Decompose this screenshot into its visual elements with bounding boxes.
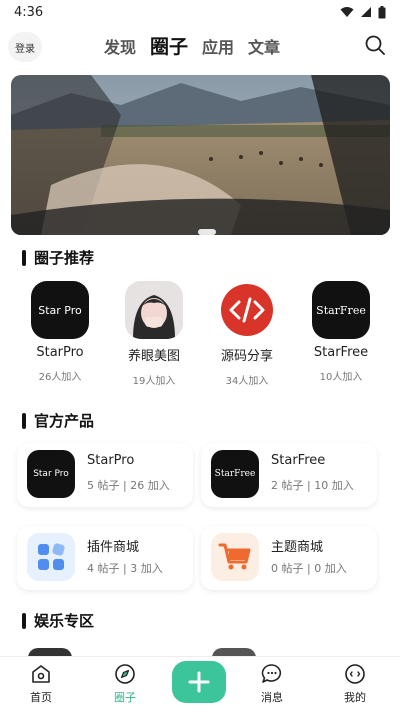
banner-carousel[interactable] <box>11 75 390 235</box>
circle-count: 26人加入 <box>38 372 82 383</box>
login-button[interactable]: 登录 <box>8 32 42 62</box>
product-meta: 5 帖子 | 26 加入 <box>87 479 170 492</box>
product-card-starfree[interactable]: StarFree StarFree 2 帖子 | 10 加入 <box>201 443 377 507</box>
top-navigation: 登录 发现 圈子 应用 文章 <box>0 28 400 64</box>
tab-apps[interactable]: 应用 <box>202 34 234 58</box>
product-name: 主题商城 <box>271 540 324 555</box>
banner-image <box>11 75 390 235</box>
section-recommended-title: 圈子推荐 <box>22 247 94 268</box>
circle-count: 10人加入 <box>319 372 363 383</box>
apps-grid-icon <box>27 533 75 581</box>
status-icons <box>340 5 386 19</box>
circle-name: StarFree <box>313 345 369 360</box>
battery-icon <box>378 5 386 18</box>
nav-home-label: 首页 <box>30 691 52 704</box>
compass-icon <box>115 664 135 684</box>
circle-name: 源码分享 <box>220 349 273 364</box>
circle-item-source-code[interactable]: 源码分享 34人加入 <box>210 281 284 387</box>
starfree-logo: StarFree <box>312 281 370 339</box>
tab-articles[interactable]: 文章 <box>248 34 280 58</box>
product-card-themes[interactable]: 主题商城 0 帖子 | 0 加入 <box>201 526 377 590</box>
starpro-logo: Star Pro <box>27 450 75 498</box>
top-tabs: 发现 圈子 应用 文章 <box>104 32 280 59</box>
circle-count: 34人加入 <box>225 376 269 387</box>
nav-messages[interactable]: 消息 <box>242 663 302 705</box>
section-recommended-label: 圈子推荐 <box>34 249 95 267</box>
product-name: 插件商城 <box>87 540 140 555</box>
nav-profile-label: 我的 <box>344 691 366 704</box>
cart-icon <box>211 533 259 581</box>
circle-item-starfree[interactable]: StarFree StarFree 10人加入 <box>304 281 378 383</box>
tab-discover[interactable]: 发现 <box>104 34 136 58</box>
product-meta: 0 帖子 | 0 加入 <box>271 562 347 575</box>
circle-item-pictures[interactable]: 养眼美图 19人加入 <box>117 281 191 387</box>
tab-circles[interactable]: 圈子 <box>150 32 188 59</box>
product-card-plugins[interactable]: 插件商城 4 帖子 | 3 加入 <box>17 526 193 590</box>
wifi-icon <box>340 7 354 17</box>
profile-icon <box>345 664 365 684</box>
search-icon[interactable] <box>364 34 386 56</box>
bottom-navigation: 首页 圈子 消息 我的 <box>0 656 400 712</box>
section-entertainment-label: 娱乐专区 <box>34 612 95 630</box>
circle-name: 养眼美图 <box>127 349 180 364</box>
banner-indicator <box>198 229 216 235</box>
circle-item-starpro[interactable]: Star Pro StarPro 26人加入 <box>23 281 97 383</box>
product-name: StarPro <box>87 453 135 468</box>
nav-circles[interactable]: 圈子 <box>95 663 155 705</box>
status-time: 4:36 <box>14 4 44 20</box>
chat-icon <box>261 664 282 683</box>
section-products-label: 官方产品 <box>34 412 95 430</box>
product-card-starpro[interactable]: Star Pro StarPro 5 帖子 | 26 加入 <box>17 443 193 507</box>
nav-messages-label: 消息 <box>261 691 283 704</box>
add-post-button[interactable] <box>172 661 226 703</box>
starpro-logo: Star Pro <box>31 281 89 339</box>
starfree-logo: StarFree <box>211 450 259 498</box>
product-name: StarFree <box>271 453 326 468</box>
plus-icon <box>188 671 210 693</box>
product-meta: 2 帖子 | 10 加入 <box>271 479 354 492</box>
section-products-title: 官方产品 <box>22 410 94 431</box>
status-bar: 4:36 <box>0 0 400 24</box>
signal-icon <box>361 7 371 17</box>
nav-profile[interactable]: 我的 <box>325 663 385 705</box>
circle-count: 19人加入 <box>132 376 176 387</box>
home-icon <box>32 665 50 683</box>
product-meta: 4 帖子 | 3 加入 <box>87 562 163 575</box>
nav-circles-label: 圈子 <box>114 691 136 704</box>
section-entertainment-title: 娱乐专区 <box>22 610 94 631</box>
code-icon <box>218 281 276 339</box>
pictures-avatar <box>125 281 183 339</box>
nav-home[interactable]: 首页 <box>11 663 71 705</box>
circle-name: StarPro <box>36 345 84 360</box>
